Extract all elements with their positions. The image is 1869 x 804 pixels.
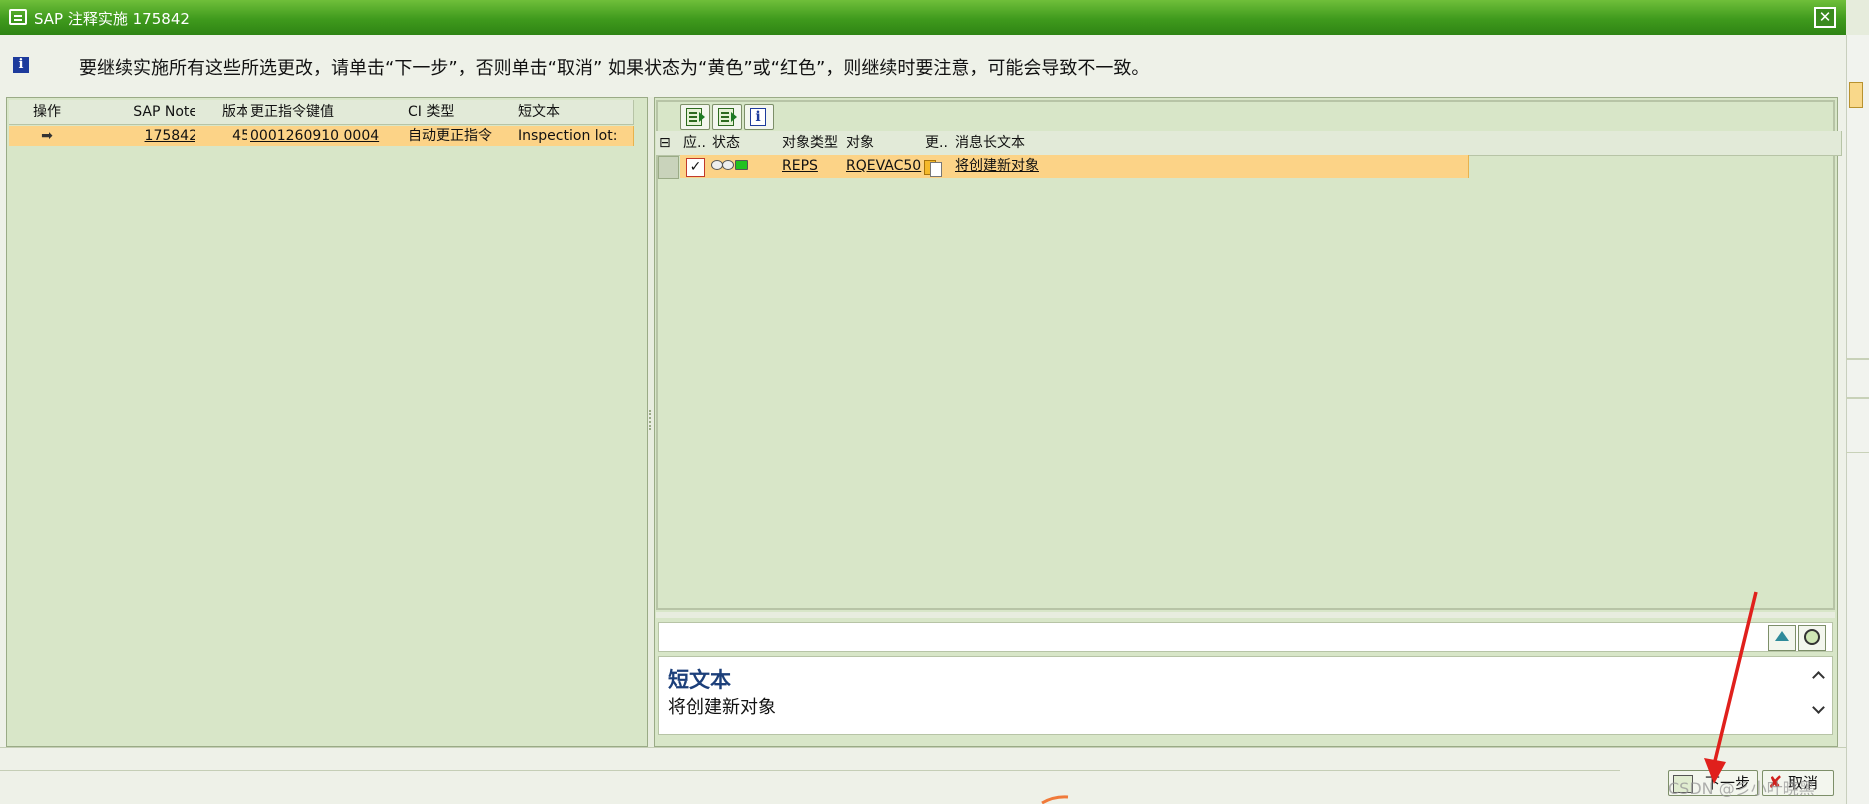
object-link[interactable]: RQEVAC50 xyxy=(846,158,921,174)
short-text-cell: Inspection lot: xyxy=(515,126,634,146)
col-header-message[interactable]: 消息长文本 xyxy=(952,131,1842,156)
search-icon xyxy=(1804,629,1820,645)
instruction-message: 要继续实施所有这些所选更改，请单击“下一步”，否则单击“取消” 如果状态为“黄色… xyxy=(79,58,1150,79)
text-title: 短文本 xyxy=(668,668,731,692)
apply-checkbox[interactable]: ✓ xyxy=(686,158,705,177)
info-glyph: i xyxy=(755,109,761,125)
traffic-light-icon xyxy=(711,160,751,170)
select-all-button[interactable] xyxy=(680,104,710,130)
ci-type: 自动更正指令 xyxy=(405,126,522,146)
background-divider xyxy=(1846,397,1869,399)
divider xyxy=(0,770,1620,771)
col-header-action[interactable]: 操作 xyxy=(9,100,86,125)
collapse-button[interactable] xyxy=(1768,625,1796,651)
new-object-icon[interactable] xyxy=(924,158,942,177)
collapse-icon xyxy=(1775,631,1789,641)
arrow-icon xyxy=(731,112,737,122)
arrow-icon xyxy=(699,112,705,122)
window-icon xyxy=(9,9,27,25)
col-header-ci-type[interactable]: CI 类型 xyxy=(405,100,522,125)
col-header-key[interactable]: 更正指令键值 xyxy=(247,100,412,125)
background-divider xyxy=(1846,358,1869,360)
object-type-cell[interactable]: REPS xyxy=(779,155,850,178)
scroll-down-icon[interactable] xyxy=(1812,701,1826,716)
window-title: SAP 注释实施 175842 xyxy=(34,10,190,28)
note-link[interactable]: 175842 xyxy=(79,126,202,146)
object-cell[interactable]: RQEVAC50 xyxy=(843,155,929,178)
light-off xyxy=(722,160,734,170)
col-header-object[interactable]: 对象 xyxy=(843,131,929,156)
close-button[interactable]: ✕ xyxy=(1814,7,1836,28)
info-button[interactable]: i xyxy=(744,104,774,130)
window-titlebar: SAP 注释实施 175842 xyxy=(0,0,1846,35)
info-icon: i xyxy=(13,57,29,73)
long-text-area[interactable] xyxy=(658,656,1833,735)
col-header-version[interactable]: 版本 xyxy=(195,100,254,125)
find-button[interactable] xyxy=(1798,625,1826,651)
note-version: 45 xyxy=(195,126,254,146)
correction-key[interactable]: 0001260910 0004 xyxy=(250,128,379,144)
object-type-link[interactable]: REPS xyxy=(782,158,818,174)
text-body: 将创建新对象 xyxy=(668,697,776,718)
horizontal-splitter[interactable] xyxy=(656,612,1835,618)
col-header-object-type[interactable]: 对象类型 xyxy=(779,131,850,156)
col-header-short-text[interactable]: 短文本 xyxy=(515,100,634,125)
text-toolbar xyxy=(658,622,1833,652)
row-action-arrow-icon[interactable]: ➡ xyxy=(9,126,86,146)
background-window-field xyxy=(1849,82,1863,108)
background-window xyxy=(1846,35,1869,804)
annotation-mark xyxy=(1041,795,1069,804)
scroll-up-icon[interactable] xyxy=(1812,668,1826,684)
col-header-status[interactable]: 状态 xyxy=(709,131,786,156)
background-divider xyxy=(1846,452,1869,453)
correction-key-link[interactable]: 0001260910 0004 xyxy=(247,126,412,146)
button-bar xyxy=(0,747,1846,804)
light-green xyxy=(735,160,748,170)
deselect-all-button[interactable] xyxy=(712,104,742,130)
splitter-handle[interactable] xyxy=(649,410,652,430)
notes-table-panel: 操作 SAP Note 版本 更正指令键值 CI 类型 短文本 ➡ 175842… xyxy=(6,97,648,747)
row-selector[interactable] xyxy=(658,156,679,179)
red-annotation-arrow xyxy=(1704,591,1758,784)
col-header-sap-note[interactable]: SAP Note xyxy=(79,100,202,125)
message-link[interactable]: 将创建新对象 xyxy=(955,158,1039,174)
note-number[interactable]: 175842 xyxy=(145,128,198,144)
message-cell[interactable]: 将创建新对象 xyxy=(952,155,1469,178)
